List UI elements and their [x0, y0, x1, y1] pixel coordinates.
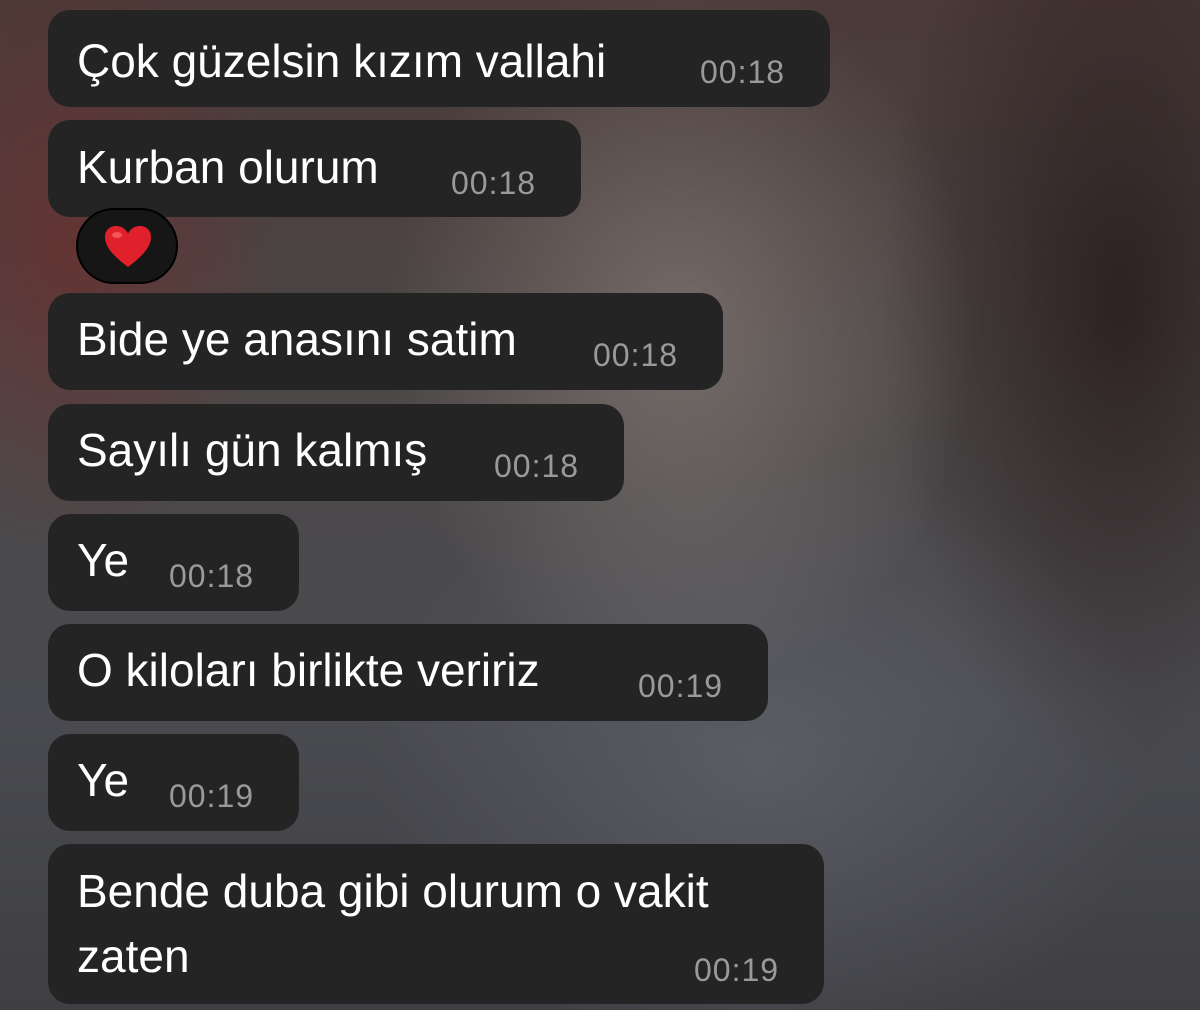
message-timestamp: 00:19	[169, 778, 255, 814]
message-bubble[interactable]: Ye 00:18	[48, 514, 299, 611]
message-list[interactable]: Çok güzelsin kızım vallahi 00:18 Kurban …	[0, 0, 1200, 1010]
message-bubble[interactable]: Kurban olurum 00:18	[48, 120, 581, 217]
message-bubble[interactable]: O kiloları birlikte veririz 00:19	[48, 624, 768, 721]
message-text: Ye	[77, 754, 130, 806]
message-bubble[interactable]: Bende duba gibi olurum o vakit zaten 00:…	[48, 844, 824, 1004]
message-timestamp: 00:18	[700, 54, 786, 90]
message-timestamp: 00:19	[638, 668, 724, 704]
message-text: O kiloları birlikte veririz	[77, 644, 540, 696]
message-text: Kurban olurum	[77, 141, 379, 193]
message-timestamp: 00:18	[451, 165, 537, 201]
message-text-line: Bende duba gibi olurum o vakit	[77, 865, 709, 917]
message-text: Sayılı gün kalmış	[77, 424, 428, 476]
message-timestamp: 00:18	[169, 558, 255, 594]
message-timestamp: 00:18	[494, 448, 580, 484]
message-bubble[interactable]: Çok güzelsin kızım vallahi 00:18	[48, 10, 830, 107]
message-text-line: zaten	[77, 930, 190, 982]
message-timestamp: 00:18	[593, 337, 679, 373]
message-text: Ye	[77, 534, 130, 586]
message-timestamp: 00:19	[694, 952, 780, 988]
message-bubble[interactable]: Sayılı gün kalmış 00:18	[48, 404, 624, 501]
message-text: Bide ye anasını satim	[77, 313, 517, 365]
message-bubble[interactable]: Bide ye anasını satim 00:18	[48, 293, 723, 390]
message-text: Çok güzelsin kızım vallahi	[77, 35, 607, 87]
message-bubble[interactable]: Ye 00:19	[48, 734, 299, 831]
reaction-badge[interactable]	[76, 208, 178, 284]
